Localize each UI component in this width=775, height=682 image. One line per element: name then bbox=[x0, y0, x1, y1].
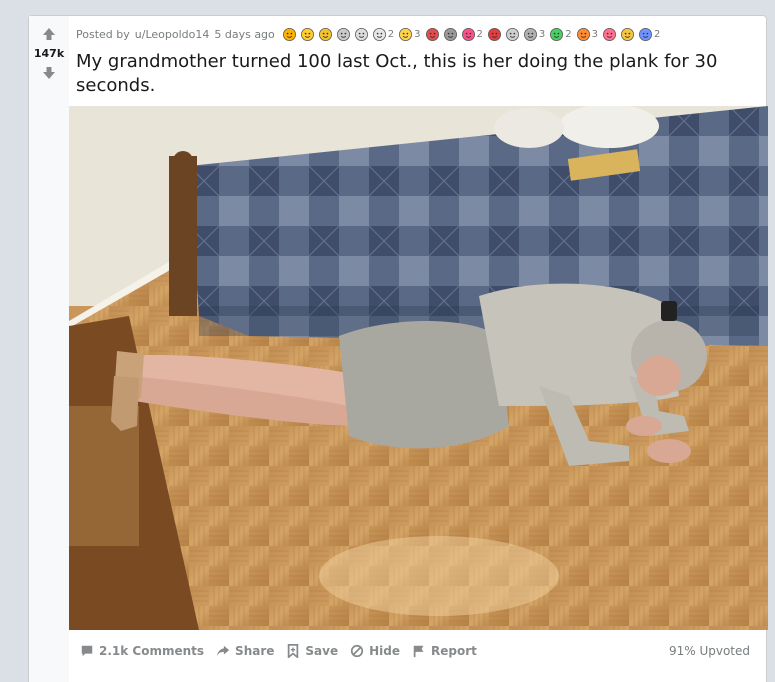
post-score: 147k bbox=[33, 47, 65, 60]
award-item[interactable]: 2 bbox=[461, 27, 484, 42]
downvote-arrow-icon[interactable] bbox=[41, 65, 57, 81]
award-count: 2 bbox=[565, 28, 572, 40]
silly-face-award-icon bbox=[282, 27, 296, 41]
award-item[interactable] bbox=[282, 27, 297, 42]
award-item[interactable] bbox=[602, 27, 617, 42]
award-item[interactable]: 2 bbox=[638, 27, 661, 42]
award-count: 3 bbox=[591, 28, 599, 40]
share-label: Share bbox=[235, 644, 275, 658]
comment-icon bbox=[81, 645, 93, 657]
heart-award-icon bbox=[461, 27, 475, 41]
cat-award-icon bbox=[443, 27, 457, 41]
award-item[interactable] bbox=[318, 27, 333, 42]
post-image-illustration bbox=[69, 106, 768, 630]
award-count: 2 bbox=[654, 28, 661, 40]
award-item[interactable] bbox=[300, 27, 315, 42]
post-timestamp[interactable]: 5 days ago bbox=[214, 28, 274, 41]
award-item[interactable] bbox=[425, 27, 440, 42]
bookmark-icon bbox=[288, 644, 299, 658]
award-item[interactable] bbox=[487, 27, 502, 42]
high-five-award-icon bbox=[505, 27, 519, 41]
report-label: Report bbox=[430, 644, 477, 658]
awards-list[interactable]: 2 3 2 3 2 3 2 bbox=[282, 27, 662, 42]
doge-award-icon bbox=[336, 27, 350, 41]
heart-eyes-award-icon bbox=[487, 27, 501, 41]
award-item[interactable] bbox=[443, 27, 458, 42]
post-image[interactable] bbox=[69, 106, 768, 630]
award-item[interactable] bbox=[336, 27, 351, 42]
hide-label: Hide bbox=[369, 644, 400, 658]
award-count: 3 bbox=[414, 28, 421, 40]
bless-up-award-icon bbox=[354, 27, 368, 41]
save-label: Save bbox=[305, 644, 339, 658]
author-link[interactable]: u/Leopoldo14 bbox=[135, 28, 210, 41]
gift-award-icon bbox=[425, 27, 439, 41]
award-count: 2 bbox=[476, 28, 483, 40]
vote-bar: 147k bbox=[29, 16, 69, 682]
flag-icon bbox=[413, 645, 424, 658]
upvote-arrow-icon[interactable] bbox=[41, 26, 57, 42]
party-award-icon bbox=[576, 27, 590, 41]
post-title[interactable]: My grandmother turned 100 last Oct., thi… bbox=[76, 50, 756, 98]
award-item[interactable] bbox=[620, 27, 635, 42]
upvote-ratio: 91% Upvoted bbox=[668, 644, 750, 658]
share-arrow-icon bbox=[216, 645, 230, 657]
award-item[interactable]: 3 bbox=[398, 27, 421, 42]
post-card[interactable]: 147k Posted by u/Leopoldo14 5 days ago 2… bbox=[28, 15, 768, 682]
award-item[interactable]: 3 bbox=[523, 27, 546, 42]
award-item[interactable]: 3 bbox=[576, 27, 599, 42]
share-button[interactable]: Share bbox=[210, 640, 280, 662]
rocket-award-icon bbox=[550, 27, 564, 41]
award-count: 3 bbox=[538, 28, 546, 40]
comments-label: 2.1k Comments bbox=[99, 644, 205, 658]
award-item[interactable]: 2 bbox=[372, 27, 395, 42]
hugz-award-icon bbox=[372, 27, 386, 41]
clapping-hands-award-icon bbox=[318, 27, 332, 41]
comments-button[interactable]: 2.1k Comments bbox=[74, 640, 210, 662]
hugs-award-icon bbox=[621, 27, 634, 41]
silver-award-icon bbox=[523, 27, 537, 41]
coin-award-icon bbox=[639, 27, 652, 41]
award-item[interactable]: 2 bbox=[549, 27, 572, 42]
love-award-icon bbox=[603, 27, 616, 41]
save-button[interactable]: Save bbox=[280, 640, 344, 662]
award-item[interactable] bbox=[354, 27, 369, 42]
award-item[interactable] bbox=[505, 27, 520, 42]
laughing-award-icon bbox=[399, 27, 413, 41]
hide-icon bbox=[350, 644, 364, 658]
wholesome-award-icon bbox=[300, 27, 314, 41]
report-button[interactable]: Report bbox=[406, 640, 483, 662]
hide-button[interactable]: Hide bbox=[344, 640, 406, 662]
posted-by-label: Posted by bbox=[76, 27, 130, 41]
post-meta: Posted by u/Leopoldo14 5 days ago 2 3 2 3 2 3… bbox=[76, 25, 661, 43]
award-count: 2 bbox=[387, 28, 395, 40]
post-actions: 2.1k Comments Share Save Hide Report 91%… bbox=[74, 638, 756, 664]
